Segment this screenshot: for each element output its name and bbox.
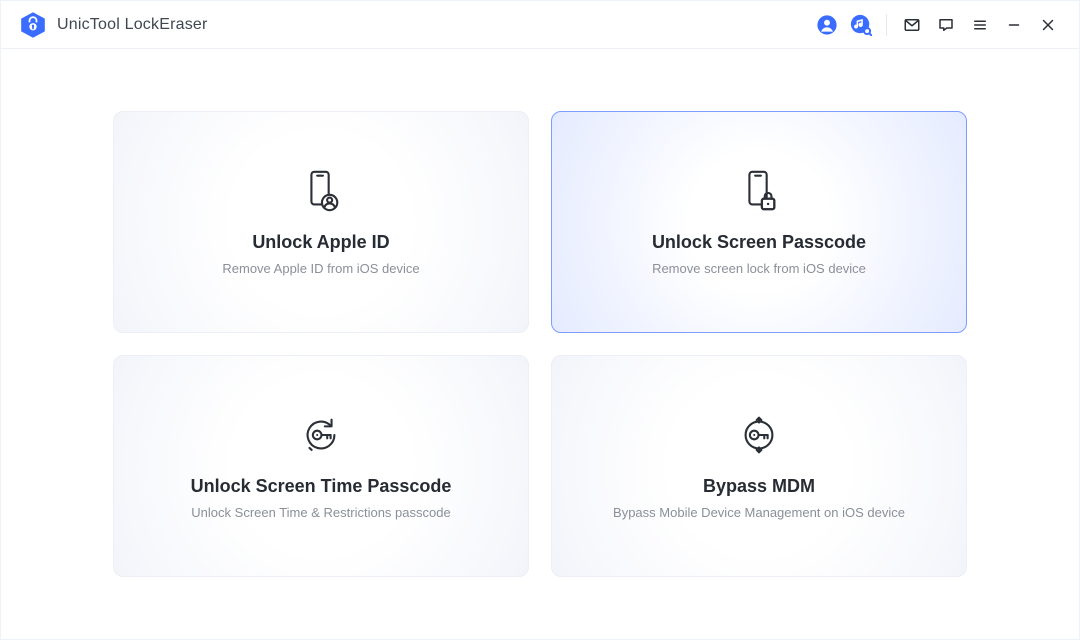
phone-lock-icon [736, 168, 782, 214]
card-description: Remove Apple ID from iOS device [222, 261, 419, 276]
card-title: Unlock Apple ID [252, 232, 389, 253]
card-title: Unlock Screen Time Passcode [191, 476, 452, 497]
card-unlock-screen-time[interactable]: Unlock Screen Time Passcode Unlock Scree… [113, 355, 529, 577]
key-refresh-icon [298, 412, 344, 458]
card-title: Bypass MDM [703, 476, 815, 497]
mail-icon[interactable] [895, 8, 929, 42]
app-title: UnicTool LockEraser [57, 16, 208, 34]
card-description: Unlock Screen Time & Restrictions passco… [191, 505, 450, 520]
card-unlock-screen-passcode[interactable]: Unlock Screen Passcode Remove screen loc… [551, 111, 967, 333]
phone-person-icon [298, 168, 344, 214]
close-button[interactable] [1031, 8, 1065, 42]
card-description: Remove screen lock from iOS device [652, 261, 866, 276]
key-bypass-icon [736, 412, 782, 458]
card-description: Bypass Mobile Device Management on iOS d… [613, 505, 905, 520]
feature-grid: Unlock Apple ID Remove Apple ID from iOS… [113, 111, 967, 577]
separator [886, 14, 887, 36]
card-title: Unlock Screen Passcode [652, 232, 866, 253]
app-logo-icon [19, 11, 47, 39]
music-search-icon[interactable] [844, 8, 878, 42]
menu-icon[interactable] [963, 8, 997, 42]
main-content: Unlock Apple ID Remove Apple ID from iOS… [1, 49, 1079, 639]
card-unlock-apple-id[interactable]: Unlock Apple ID Remove Apple ID from iOS… [113, 111, 529, 333]
minimize-button[interactable] [997, 8, 1031, 42]
feedback-icon[interactable] [929, 8, 963, 42]
titlebar: UnicTool LockEraser [1, 1, 1079, 49]
app-window: UnicTool LockEraser [0, 0, 1080, 640]
card-bypass-mdm[interactable]: Bypass MDM Bypass Mobile Device Manageme… [551, 355, 967, 577]
account-icon[interactable] [810, 8, 844, 42]
